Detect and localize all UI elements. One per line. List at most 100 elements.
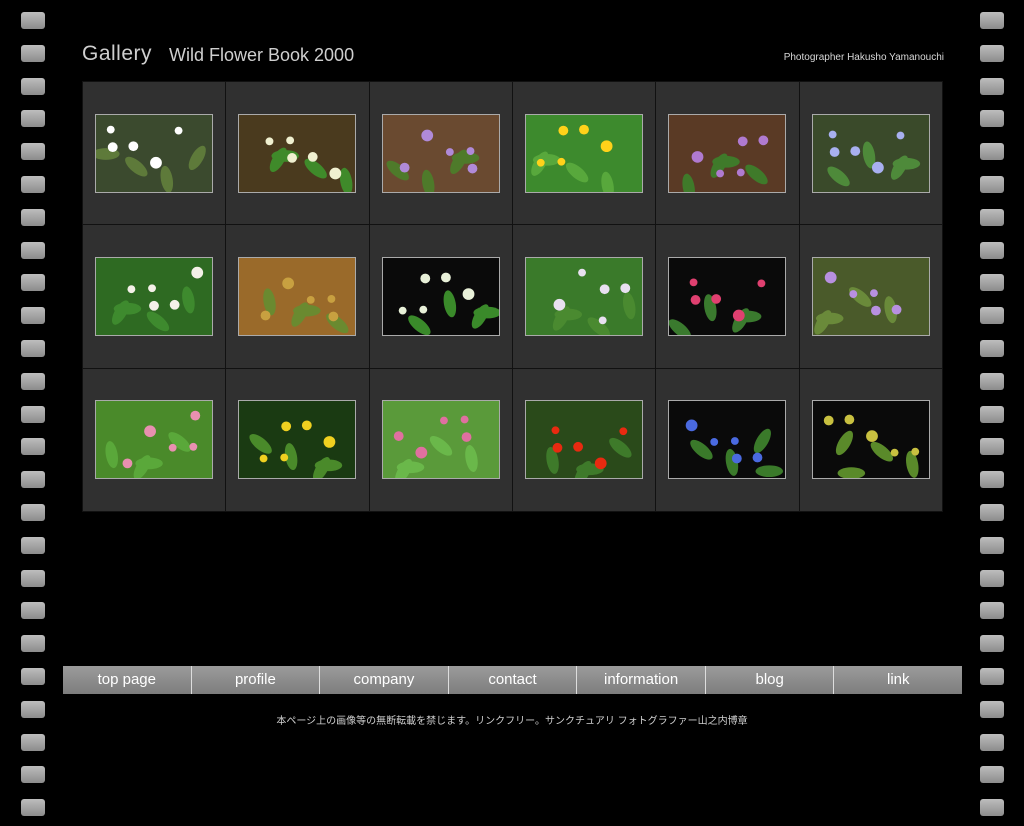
film-hole	[980, 44, 1004, 62]
thumbnail-yellow-flowers[interactable]	[238, 400, 357, 480]
film-strip-right	[980, 0, 1006, 826]
film-hole	[980, 274, 1004, 292]
thumbnail-white-lily[interactable]	[525, 256, 644, 336]
photographer-credit: Photographer Hakusho Yamanouchi	[783, 52, 944, 63]
film-hole	[980, 504, 1004, 521]
film-hole	[21, 733, 45, 751]
thumbnail-cell	[369, 368, 512, 511]
thumbnail-cell	[799, 225, 942, 368]
thumbnail-cell	[512, 368, 656, 511]
thumbnail-cell	[226, 82, 369, 225]
film-hole	[21, 372, 45, 390]
thumbnail-white-anemone-flowers[interactable]	[95, 113, 214, 193]
footer-copyright: 本ページ上の画像等の無断転載を禁じます。リンクフリー。サンクチュアリ フォトグラ…	[276, 716, 748, 727]
film-hole	[21, 536, 45, 554]
thumbnail-grid	[82, 81, 943, 512]
film-hole	[980, 241, 1004, 259]
film-hole	[21, 44, 45, 62]
nav-top-page[interactable]: top page	[63, 666, 192, 694]
film-hole	[21, 241, 45, 259]
film-hole	[980, 143, 1004, 161]
film-hole	[21, 602, 45, 620]
nav-company[interactable]: company	[320, 666, 449, 694]
film-hole	[21, 405, 45, 423]
nav-information[interactable]: information	[577, 666, 706, 694]
film-hole	[21, 208, 45, 226]
thumbnail-cell	[512, 225, 656, 368]
film-hole	[980, 110, 1004, 128]
film-hole	[21, 77, 45, 95]
nav-link[interactable]: link	[834, 666, 962, 694]
film-hole	[980, 12, 1004, 29]
film-hole	[980, 438, 1004, 456]
thumbnail-cell	[656, 225, 799, 368]
film-hole	[21, 307, 45, 325]
film-hole	[21, 340, 45, 357]
thumbnail-cell	[512, 82, 656, 225]
thumbnail-purple-daisies[interactable]	[811, 256, 930, 336]
film-hole	[21, 438, 45, 456]
thumbnail-orange-grass-orchid[interactable]	[238, 256, 357, 336]
film-hole	[980, 602, 1004, 620]
thumbnail-three-leaf-flower[interactable]	[381, 256, 500, 336]
thumbnail-pink-spikes[interactable]	[95, 400, 214, 480]
thumbnail-cell	[226, 368, 369, 511]
film-hole	[21, 143, 45, 161]
nav-contact[interactable]: contact	[449, 666, 578, 694]
thumbnail-yellow-grass[interactable]	[811, 400, 930, 480]
film-hole	[980, 176, 1004, 193]
book-title: Wild Flower Book 2000	[169, 45, 355, 65]
film-hole	[980, 208, 1004, 226]
thumbnail-red-spider-lilies[interactable]	[525, 400, 644, 480]
thumbnail-green-leaf-flower[interactable]	[238, 113, 357, 193]
film-hole	[21, 635, 45, 653]
film-hole	[21, 569, 45, 587]
film-strip-left	[21, 0, 47, 826]
film-hole	[980, 733, 1004, 751]
film-hole	[21, 176, 45, 193]
thumbnail-pink-spikes-2[interactable]	[381, 400, 500, 480]
thumbnail-cell	[83, 82, 226, 225]
page-header: Gallery Wild Flower Book 2000 Photograph…	[82, 40, 944, 70]
thumbnail-cell	[799, 82, 942, 225]
thumbnail-white-star-flowers[interactable]	[95, 256, 214, 336]
film-hole	[980, 340, 1004, 357]
film-hole	[980, 766, 1004, 784]
nav-blog[interactable]: blog	[706, 666, 835, 694]
film-hole	[980, 635, 1004, 653]
thumbnail-cell	[799, 368, 942, 511]
nav-profile[interactable]: profile	[192, 666, 321, 694]
thumbnail-cell	[656, 368, 799, 511]
film-hole	[21, 668, 45, 685]
thumbnail-purple-violet-leaf[interactable]	[668, 113, 787, 193]
film-hole	[980, 799, 1004, 817]
thumbnail-cell	[369, 225, 512, 368]
thumbnail-purple-violets[interactable]	[381, 113, 500, 193]
film-hole	[21, 504, 45, 521]
film-hole	[980, 569, 1004, 587]
bottom-nav: top page profile company contact information…	[63, 666, 962, 694]
thumbnail-blue-dayflower[interactable]	[668, 400, 787, 480]
thumbnail-cell	[656, 82, 799, 225]
film-hole	[980, 405, 1004, 423]
thumbnail-cell	[83, 225, 226, 368]
thumbnail-yellow-dandelions[interactable]	[525, 113, 644, 193]
thumbnail-cell	[369, 82, 512, 225]
film-hole	[21, 274, 45, 292]
film-hole	[980, 471, 1004, 489]
film-hole	[980, 668, 1004, 685]
film-hole	[21, 471, 45, 489]
film-hole	[21, 12, 45, 29]
thumbnail-pink-flower-dark[interactable]	[668, 256, 787, 336]
film-hole	[980, 77, 1004, 95]
film-hole	[980, 307, 1004, 325]
thumbnail-cell	[83, 368, 226, 511]
thumbnail-cell	[226, 225, 369, 368]
film-hole	[21, 110, 45, 128]
film-hole	[21, 799, 45, 817]
gallery-title: Gallery	[82, 42, 153, 65]
film-hole	[21, 766, 45, 784]
thumbnail-blue-small-flowers[interactable]	[811, 113, 930, 193]
film-hole	[980, 372, 1004, 390]
film-hole	[980, 536, 1004, 554]
